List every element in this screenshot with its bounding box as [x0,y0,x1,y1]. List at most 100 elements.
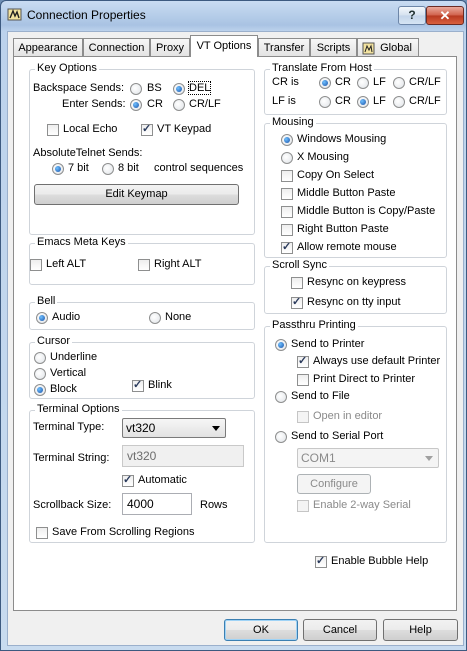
bs-label: BS [147,82,162,94]
tab-global-label: Global [380,42,412,54]
crlf-label: CR/LF [189,98,221,110]
edit-keymap-button[interactable]: Edit Keymap [34,184,239,205]
tab-connection[interactable]: Connection [83,38,150,56]
local-echo-label: Local Echo [63,123,118,135]
cursor-block-radio[interactable] [34,384,46,396]
dropdown-arrow-icon [212,426,220,431]
bell-none-radio[interactable] [149,312,161,324]
cr-label: CR [147,98,163,110]
right-alt-checkbox[interactable] [138,259,150,271]
send-file-radio[interactable] [275,391,287,403]
windows-mousing-radio[interactable] [281,134,293,146]
left-alt-checkbox[interactable] [30,259,42,271]
right-paste-checkbox[interactable] [281,224,293,236]
bubble-help-checkbox[interactable] [315,554,327,568]
lf-is-cr-label: CR [335,95,351,107]
lf-is-lf-radio[interactable] [357,96,369,108]
title-bar[interactable]: Connection Properties ? ✕ [1,1,466,29]
tab-transfer[interactable]: Transfer [258,38,310,56]
emacs-meta-title: Emacs Meta Keys [35,236,128,248]
connection-properties-window: Connection Properties ? ✕ Appearance Con… [0,0,467,651]
middle-copy-paste-checkbox[interactable] [281,206,293,218]
tab-scripts[interactable]: Scripts [310,38,357,56]
bell-title: Bell [35,295,58,307]
lf-is-crlf-radio[interactable] [393,96,405,108]
x-mousing-label: X Mousing [297,151,349,163]
left-alt-label: Left ALT [46,258,87,270]
telnet-8bit-radio[interactable] [102,163,114,175]
resync-keypress-checkbox[interactable] [291,277,303,289]
control-sequences-label: control sequences [154,162,244,174]
automatic-label: Automatic [138,474,187,486]
send-serial-radio[interactable] [275,431,287,443]
blink-checkbox[interactable] [132,378,144,392]
configure-button[interactable]: Configure [297,474,371,494]
cr-is-crlf-radio[interactable] [393,77,405,89]
terminal-string-field[interactable]: vt320 [122,445,244,467]
help-title-button[interactable]: ? [398,6,426,25]
cr-is-cr-radio[interactable] [319,77,331,89]
send-file-label: Send to File [291,390,350,402]
bell-audio-radio[interactable] [36,312,48,324]
7bit-label: 7 bit [68,162,89,174]
backspace-sends-label: Backspace Sends: [33,82,125,94]
vt-keypad-checkbox[interactable] [141,122,153,136]
window-title: Connection Properties [27,8,146,22]
backspace-bs-radio[interactable] [130,83,142,95]
rows-label: Rows [200,499,228,511]
blink-label: Blink [148,379,172,391]
local-echo-checkbox[interactable] [47,124,59,136]
enter-crlf-radio[interactable] [173,99,185,111]
none-label: None [165,311,192,323]
mousing-title: Mousing [270,116,316,128]
backspace-del-radio[interactable] [173,83,185,95]
middle-copy-paste-label: Middle Button is Copy/Paste [297,205,436,217]
send-printer-radio[interactable] [275,339,287,351]
tab-proxy[interactable]: Proxy [150,38,190,56]
vertical-label: Vertical [50,367,87,379]
x-mousing-radio[interactable] [281,152,293,164]
cr-is-label: CR is [272,76,299,88]
cancel-button[interactable]: Cancel [303,619,377,641]
print-direct-label: Print Direct to Printer [313,373,416,385]
cursor-underline-radio[interactable] [34,352,46,364]
close-button[interactable]: ✕ [426,6,464,25]
two-way-serial-checkbox[interactable] [297,500,309,512]
terminal-type-select[interactable]: vt320 [122,418,226,438]
print-direct-checkbox[interactable] [297,374,309,386]
translate-title: Translate From Host [270,62,374,74]
enter-cr-radio[interactable] [130,99,142,111]
serial-port-select[interactable]: COM1 [297,448,439,468]
resync-tty-checkbox[interactable] [291,295,303,309]
8bit-label: 8 bit [118,162,139,174]
allow-remote-mouse-checkbox[interactable] [281,240,293,254]
allow-remote-mouse-label: Allow remote mouse [297,241,397,253]
scrollback-size-field[interactable]: 4000 [122,493,192,515]
copy-on-select-checkbox[interactable] [281,170,293,182]
del-label: DEL [187,81,212,95]
cr-is-lf-radio[interactable] [357,77,369,89]
passthru-printing-group: Passthru Printing Send to Printer Always… [264,319,447,543]
vt-options-page: Key Options Backspace Sends: BS DEL Ente… [13,56,457,611]
cr-is-cr-label: CR [335,76,351,88]
terminal-options-title: Terminal Options [35,403,122,415]
middle-paste-checkbox[interactable] [281,188,293,200]
emacs-meta-group: Emacs Meta Keys Left ALT Right ALT [29,236,255,285]
cursor-vertical-radio[interactable] [34,368,46,380]
save-scrolling-label: Save From Scrolling Regions [52,526,195,538]
scroll-sync-title: Scroll Sync [270,259,330,271]
tab-appearance[interactable]: Appearance [13,38,83,56]
lf-is-cr-radio[interactable] [319,96,331,108]
tab-global[interactable]: Global [357,38,419,56]
send-serial-label: Send to Serial Port [291,430,384,442]
default-printer-checkbox[interactable] [297,354,309,368]
save-scrolling-checkbox[interactable] [36,527,48,539]
default-printer-label: Always use default Printer [313,355,441,367]
telnet-7bit-radio[interactable] [52,163,64,175]
automatic-checkbox[interactable] [122,473,134,487]
vt-keypad-label: VT Keypad [157,123,212,135]
ok-button[interactable]: OK [224,619,298,641]
open-editor-checkbox[interactable] [297,411,309,423]
tab-vt-options[interactable]: VT Options [190,35,258,57]
help-button[interactable]: Help [383,619,458,641]
